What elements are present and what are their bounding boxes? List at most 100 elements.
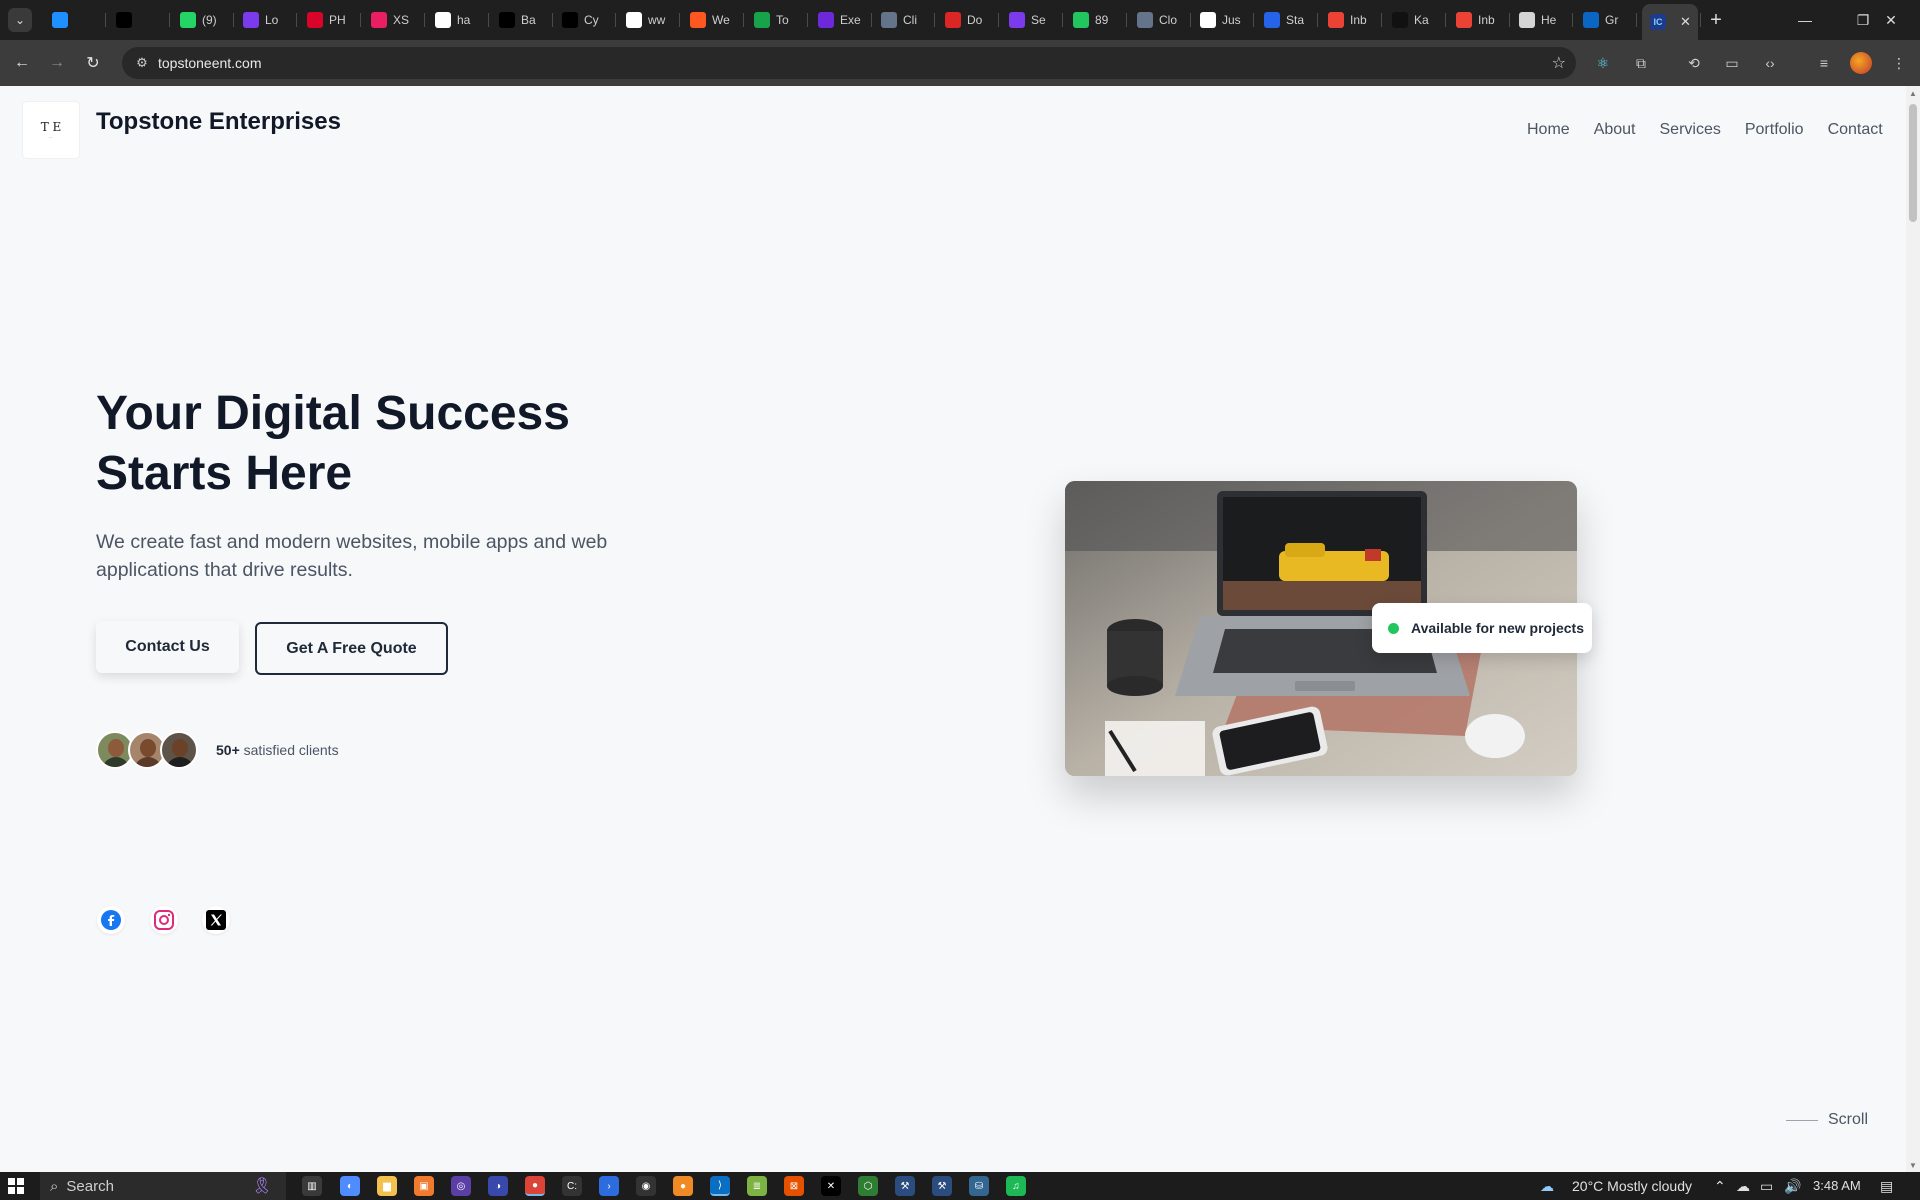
nav-about[interactable]: About: [1594, 121, 1636, 139]
scroll-thumb[interactable]: [1909, 104, 1917, 222]
facebook-icon[interactable]: [97, 906, 125, 934]
browser-tab[interactable]: Lo: [235, 7, 297, 33]
xampp-icon[interactable]: ⊠: [784, 1176, 804, 1196]
browser-tab[interactable]: We: [682, 7, 744, 33]
back-button[interactable]: ←: [11, 52, 33, 74]
app-compass-icon[interactable]: ◉: [636, 1176, 656, 1196]
spotify-icon[interactable]: ♫: [1006, 1176, 1026, 1196]
browser-tab[interactable]: Inb: [1320, 7, 1382, 33]
brand-name[interactable]: Topstone Enterprises: [96, 108, 341, 136]
tab-title: XS: [393, 13, 410, 27]
weather-text[interactable]: 20°C Mostly cloudy: [1572, 1178, 1692, 1194]
close-tab-icon[interactable]: ✕: [1680, 14, 1691, 30]
tray-expand-icon[interactable]: ⌃: [1714, 1178, 1726, 1195]
browser-tab[interactable]: He: [1511, 7, 1573, 33]
browser-tab[interactable]: Do: [937, 7, 999, 33]
vscode-icon[interactable]: ⟩: [710, 1176, 730, 1196]
browser-tab[interactable]: Ka: [1384, 7, 1446, 33]
browser-tab[interactable]: Ba: [491, 7, 553, 33]
browser-tab[interactable]: Sta: [1256, 7, 1318, 33]
browser-tab[interactable]: Se: [1001, 7, 1063, 33]
react-devtools-icon[interactable]: ⚛: [1592, 52, 1614, 74]
profile-avatar[interactable]: [1850, 52, 1872, 74]
browser-tab[interactable]: Cli: [873, 7, 935, 33]
network-icon[interactable]: ▭: [1760, 1178, 1773, 1195]
app-purple-icon[interactable]: ◎: [451, 1176, 471, 1196]
file-explorer-icon[interactable]: ▆: [377, 1176, 397, 1196]
browser-tab[interactable]: PH: [299, 7, 361, 33]
browser-tab[interactable]: Gr: [1575, 7, 1637, 33]
bookmark-star-icon[interactable]: ☆: [1552, 53, 1566, 73]
browser-tab[interactable]: Clo: [1129, 7, 1191, 33]
x-taskbar-icon[interactable]: ✕: [821, 1176, 841, 1196]
app-blue-icon[interactable]: ◑: [488, 1176, 508, 1196]
app-tools2-icon[interactable]: ⚒: [932, 1176, 952, 1196]
code-icon[interactable]: ‹›: [1759, 52, 1781, 74]
tab-separator: [1126, 13, 1127, 27]
volume-icon[interactable]: 🔊: [1784, 1178, 1801, 1195]
tab-separator: [1381, 13, 1382, 27]
x-icon[interactable]: [202, 906, 230, 934]
browser-tab[interactable]: [108, 7, 170, 33]
scroll-indicator[interactable]: Scroll: [1786, 1111, 1868, 1129]
node-icon[interactable]: ⬡: [858, 1176, 878, 1196]
nav-portfolio[interactable]: Portfolio: [1745, 121, 1804, 139]
browser-tab[interactable]: (9): [172, 7, 234, 33]
tab-search-button[interactable]: ⌄: [8, 8, 32, 32]
site-logo[interactable]: T E —: [23, 102, 79, 158]
powershell-icon[interactable]: ›: [599, 1176, 619, 1196]
app-orange-icon[interactable]: ▣: [414, 1176, 434, 1196]
browser-tab[interactable]: XS: [363, 7, 425, 33]
tab-active-topstone[interactable]: IC ✕: [1642, 4, 1698, 40]
scroll-up-arrow[interactable]: ▲: [1906, 86, 1920, 100]
instagram-icon[interactable]: [150, 906, 178, 934]
menu-kebab-icon[interactable]: ⋮: [1888, 52, 1910, 74]
free-quote-button[interactable]: Get A Free Quote: [255, 622, 448, 675]
close-window-button[interactable]: ✕: [1862, 0, 1920, 40]
taskbar-search[interactable]: ⌕ Search: [40, 1172, 286, 1200]
history-icon[interactable]: ⟲: [1683, 52, 1705, 74]
task-view-icon[interactable]: ▥: [302, 1176, 322, 1196]
clock[interactable]: 3:48 AM: [1813, 1178, 1861, 1193]
tab-separator: [1317, 13, 1318, 27]
browser-tab[interactable]: Inb: [1448, 7, 1510, 33]
orange-icon: [690, 12, 706, 28]
onedrive-icon[interactable]: ☁: [1736, 1178, 1750, 1195]
site-info-icon[interactable]: ⚙: [132, 53, 152, 73]
contact-us-button[interactable]: Contact Us: [96, 621, 239, 673]
chrome-icon[interactable]: ●: [525, 1176, 545, 1196]
notepad-icon[interactable]: ≣: [747, 1176, 767, 1196]
address-bar[interactable]: ⚙ topstoneent.com ☆: [122, 47, 1576, 79]
media-control-icon[interactable]: ≡: [1813, 52, 1835, 74]
nav-home[interactable]: Home: [1527, 121, 1570, 139]
website-page: T E — Topstone Enterprises Home About Se…: [0, 86, 1906, 1172]
browser-tab[interactable]: ha: [427, 7, 489, 33]
windows-start-button[interactable]: [8, 1178, 24, 1194]
terminal-icon[interactable]: C:: [562, 1176, 582, 1196]
app-tools-icon[interactable]: ⚒: [895, 1176, 915, 1196]
minimize-button[interactable]: —: [1776, 0, 1834, 40]
device-toolbar-icon[interactable]: ▭: [1721, 52, 1743, 74]
browser-tab[interactable]: Exe: [810, 7, 872, 33]
nav-services[interactable]: Services: [1660, 121, 1721, 139]
nav-contact[interactable]: Contact: [1828, 121, 1883, 139]
app-orange-circle-icon[interactable]: ●: [673, 1176, 693, 1196]
browser-tab[interactable]: Jus: [1192, 7, 1254, 33]
browser-tab[interactable]: [44, 7, 106, 33]
url-text[interactable]: topstoneent.com: [158, 55, 262, 71]
browser-tab[interactable]: To: [746, 7, 808, 33]
scroll-down-arrow[interactable]: ▼: [1906, 1158, 1920, 1172]
ribbon-icon[interactable]: 🎗: [252, 1176, 272, 1196]
browser-tab[interactable]: ww: [618, 7, 680, 33]
forward-button[interactable]: →: [46, 52, 68, 74]
page-scrollbar[interactable]: ▲ ▼: [1906, 86, 1920, 1172]
notifications-icon[interactable]: ▤: [1880, 1178, 1893, 1195]
extensions-icon[interactable]: ⧉: [1630, 52, 1652, 74]
browser-tab[interactable]: Cy: [554, 7, 616, 33]
weather-icon[interactable]: ☁: [1540, 1178, 1554, 1195]
browser-tab[interactable]: 89: [1065, 7, 1127, 33]
postgres-icon[interactable]: ⛁: [969, 1176, 989, 1196]
reload-button[interactable]: ↻: [82, 52, 104, 74]
copilot-icon[interactable]: ◐: [340, 1176, 360, 1196]
new-tab-button[interactable]: +: [1704, 8, 1728, 32]
